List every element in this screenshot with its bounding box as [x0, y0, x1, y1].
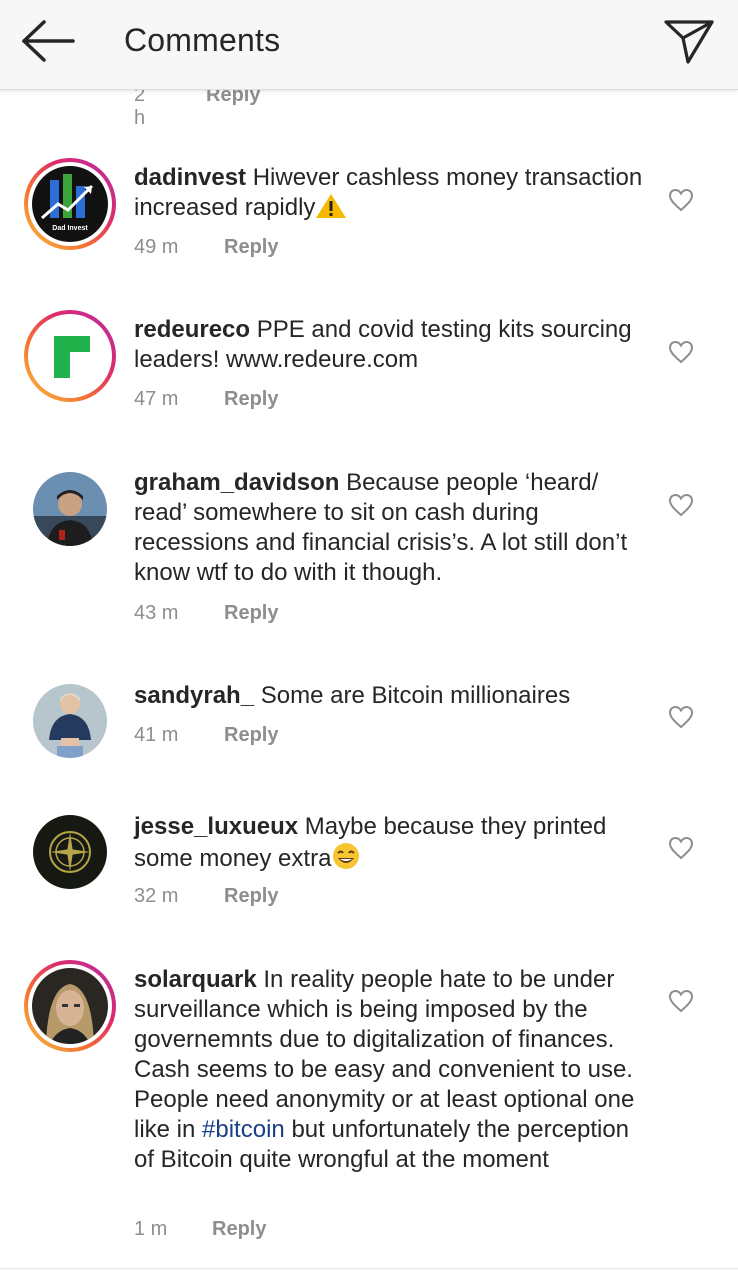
comment-time: 1 m [134, 1218, 168, 1240]
avatar-label: Dad Invest [52, 225, 88, 232]
graham-avatar-photo [33, 472, 107, 546]
comment-username[interactable]: graham_davidson [134, 469, 339, 496]
comment-text: solarquark In reality people hate to be … [134, 965, 644, 1175]
comment-time: 2 h [134, 84, 146, 129]
comment-time: 41 m [134, 724, 179, 746]
jesse-avatar-compass-icon [33, 815, 107, 889]
avatar[interactable] [24, 310, 116, 402]
comment-meta: 1 m Reply [134, 1218, 266, 1241]
avatar[interactable] [24, 960, 116, 1052]
header-bar: Comments [0, 0, 738, 90]
heart-icon[interactable] [668, 493, 694, 517]
laughing-emoji-icon [331, 842, 361, 878]
comment-time: 49 m [134, 236, 179, 258]
comment-time: 47 m [134, 388, 179, 410]
comment-time: 32 m [134, 885, 179, 907]
sandyrah-avatar-photo [33, 684, 107, 758]
comment-body: Some are Bitcoin millionaires [260, 682, 571, 709]
story-ring: Dad Invest [24, 158, 116, 250]
comment-username[interactable]: sandyrah_ [134, 682, 254, 709]
page-title: Comments [124, 22, 281, 58]
comment-username[interactable]: dadinvest [134, 164, 246, 191]
paper-plane-icon [664, 20, 714, 64]
heart-icon[interactable] [668, 340, 694, 364]
story-ring [24, 310, 116, 402]
comment-text: graham_davidson Because people ‘heard/ r… [134, 468, 644, 588]
heart-icon[interactable] [668, 989, 694, 1013]
avatar[interactable] [33, 815, 107, 889]
story-ring [24, 960, 116, 1052]
warning-emoji-icon [315, 193, 347, 227]
send-button[interactable] [662, 16, 716, 66]
comment-time: 43 m [134, 602, 179, 624]
solarquark-avatar-photo [32, 968, 108, 1044]
reply-button[interactable]: Reply [224, 885, 278, 907]
reply-button[interactable]: Reply [212, 1218, 266, 1240]
comment-meta: 41 m Reply [134, 724, 278, 747]
divider [0, 1268, 738, 1269]
comment-meta: 49 m Reply [134, 236, 278, 259]
comment-username[interactable]: jesse_luxueux [134, 813, 298, 840]
comment-username[interactable]: solarquark [134, 966, 257, 993]
comment-username[interactable]: redeureco [134, 316, 250, 343]
redeureco-logo-icon [32, 318, 108, 394]
comment-text: jesse_luxueux Maybe because they printed… [134, 812, 644, 878]
hashtag-link[interactable]: #bitcoin [202, 1116, 285, 1143]
back-button[interactable] [18, 18, 78, 64]
heart-icon[interactable] [668, 705, 694, 729]
reply-button[interactable]: Reply [224, 236, 278, 258]
heart-icon[interactable] [668, 188, 694, 212]
comment-text: dadinvest Hiwever cashless money transac… [134, 163, 644, 227]
comment-meta: 47 m Reply [134, 388, 278, 411]
avatar[interactable]: Dad Invest [24, 158, 116, 250]
dadinvest-logo-icon: Dad Invest [32, 166, 108, 242]
reply-button[interactable]: Reply [224, 602, 278, 624]
comment-meta: 43 m Reply [134, 602, 278, 625]
arrow-left-icon [22, 20, 75, 62]
comment-text: sandyrah_ Some are Bitcoin millionaires [134, 681, 644, 711]
reply-button[interactable]: Reply [224, 388, 278, 410]
heart-icon[interactable] [668, 836, 694, 860]
comment-meta: 32 m Reply [134, 885, 278, 908]
reply-button[interactable]: Reply [224, 724, 278, 746]
comment-text: redeureco PPE and covid testing kits sou… [134, 315, 644, 375]
avatar[interactable] [33, 472, 107, 546]
avatar[interactable] [33, 684, 107, 758]
